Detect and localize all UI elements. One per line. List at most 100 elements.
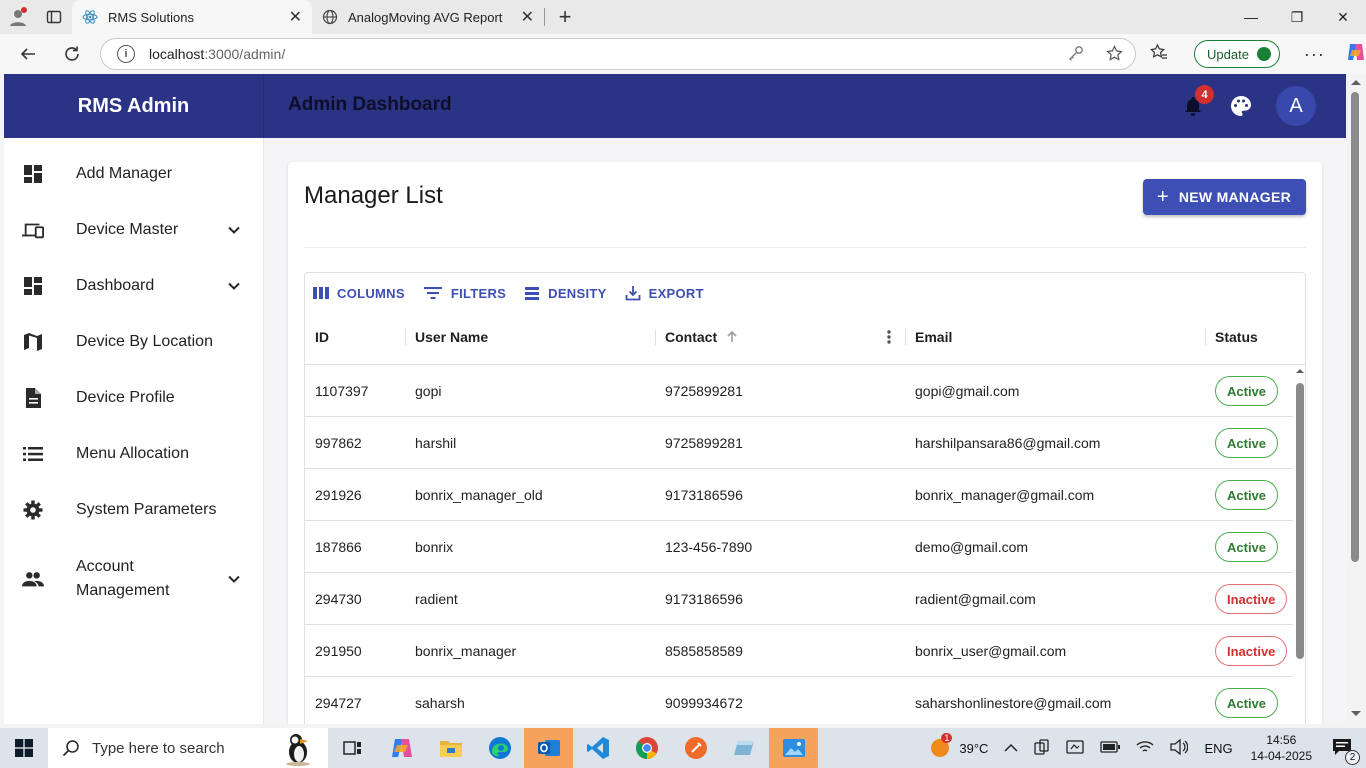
more-options-icon[interactable]: ···	[1304, 44, 1325, 65]
sidebar-item-menu-allocation[interactable]: Menu Allocation	[4, 426, 264, 482]
phone-link-icon[interactable]	[1034, 738, 1050, 758]
chevron-down-icon[interactable]	[226, 571, 242, 587]
sidebar-item-account-management[interactable]: Account Management	[4, 538, 264, 620]
clock[interactable]: 14:56 14-04-2025	[1251, 732, 1312, 764]
scroll-up-arrow-icon[interactable]	[1296, 367, 1304, 375]
back-icon[interactable]	[6, 34, 50, 74]
table-row[interactable]: 187866 bonrix 123-456-7890 demo@gmail.co…	[305, 521, 1293, 573]
sidebar-item-device-master[interactable]: Device Master	[4, 202, 264, 258]
sidebar-item-add-manager[interactable]: Add Manager	[4, 146, 264, 202]
table-row[interactable]: 294727 saharsh 9099934672 saharshonlines…	[305, 677, 1293, 724]
filters-button[interactable]: FILTERS	[423, 285, 506, 301]
notification-badge: 4	[1195, 85, 1214, 104]
scroll-up-arrow-icon[interactable]	[1351, 78, 1361, 86]
column-header-status[interactable]: Status	[1215, 309, 1258, 365]
sidebar-item-label: Account Management	[76, 558, 170, 599]
status-badge: Active	[1215, 688, 1279, 718]
edge-browser-icon[interactable]	[475, 728, 524, 768]
table-row[interactable]: 291926 bonrix_manager_old 9173186596 bon…	[305, 469, 1293, 521]
grid-scrollbar[interactable]	[1293, 365, 1305, 724]
temperature: 39°C	[959, 740, 989, 756]
notification-center-icon[interactable]: 2	[1332, 738, 1360, 765]
profile-icon[interactable]	[0, 0, 36, 34]
columns-button[interactable]: COLUMNS	[313, 286, 405, 301]
sidebar-item-device-by-location[interactable]: Device By Location	[4, 314, 264, 370]
reload-icon[interactable]	[50, 34, 94, 74]
table-row[interactable]: 1107397 gopi 9725899281 gopi@gmail.com A…	[305, 365, 1293, 417]
tab-analogmoving-report[interactable]: AnalogMoving AVG Report ✕	[312, 0, 544, 34]
table-row[interactable]: 294730 radient 9173186596 radient@gmail.…	[305, 573, 1293, 625]
copilot-icon[interactable]	[1345, 41, 1366, 68]
column-header-user-name[interactable]: User Name	[415, 309, 488, 365]
language-indicator[interactable]: ENG	[1204, 741, 1232, 756]
password-key-icon[interactable]	[1068, 45, 1084, 66]
density-button[interactable]: DENSITY	[524, 285, 606, 301]
task-view-icon[interactable]	[328, 728, 377, 768]
chevron-up-icon[interactable]	[1004, 741, 1018, 756]
wifi-icon[interactable]	[1136, 740, 1154, 757]
new-manager-button[interactable]: + NEW MANAGER	[1142, 179, 1306, 215]
column-header-id[interactable]: ID	[315, 309, 329, 365]
user-avatar[interactable]: A	[1276, 86, 1316, 126]
table-row[interactable]: 997862 harshil 9725899281 harshilpansara…	[305, 417, 1293, 469]
sidebar-item-device-profile[interactable]: Device Profile	[4, 370, 264, 426]
column-separator[interactable]	[1205, 329, 1206, 345]
column-header-contact[interactable]: Contact	[665, 309, 739, 365]
outlook-icon[interactable]	[524, 728, 573, 768]
weather-widget[interactable]: 1 39°C	[929, 733, 989, 759]
meet-now-icon[interactable]	[1066, 739, 1085, 758]
close-tab-icon[interactable]: ✕	[521, 7, 534, 27]
page-scrollbar[interactable]	[1346, 74, 1366, 724]
search-highlight-puffin-icon	[286, 734, 310, 766]
new-tab-button[interactable]: +	[545, 0, 585, 34]
notifications-button[interactable]: 4	[1180, 85, 1214, 119]
site-info-icon[interactable]: i	[117, 45, 135, 63]
chevron-down-icon[interactable]	[226, 222, 242, 238]
cell-email: bonrix_user@gmail.com	[915, 643, 1067, 659]
minimize-icon[interactable]: —	[1228, 0, 1274, 34]
columns-label: COLUMNS	[337, 285, 405, 301]
cell-user-name: radient	[415, 591, 458, 607]
column-separator[interactable]	[405, 329, 406, 345]
sort-arrow-up-icon[interactable]	[725, 330, 739, 344]
theme-palette-button[interactable]	[1228, 93, 1254, 119]
remote-desktop-icon[interactable]	[720, 728, 769, 768]
taskbar-search-input[interactable]: Type here to search	[48, 728, 328, 768]
scroll-down-arrow-icon[interactable]	[1351, 710, 1361, 718]
column-separator[interactable]	[655, 329, 656, 345]
file-explorer-icon[interactable]	[426, 728, 475, 768]
export-button[interactable]: EXPORT	[625, 285, 704, 301]
sidebar-item-dashboard[interactable]: Dashboard	[4, 258, 264, 314]
grid-scrollbar-thumb[interactable]	[1296, 383, 1304, 659]
restore-icon[interactable]: ❐	[1274, 0, 1320, 34]
document-icon	[22, 387, 44, 409]
start-button[interactable]	[0, 728, 48, 768]
tab-actions-icon[interactable]	[36, 0, 72, 34]
sidebar-item-label: Menu Allocation	[76, 445, 189, 462]
column-header-email[interactable]: Email	[915, 309, 952, 365]
column-menu-icon[interactable]	[885, 328, 893, 346]
grid-toolbar: COLUMNS FILTERS DENSITY EXPORT	[313, 281, 704, 305]
sidebar-item-label: Device By Location	[76, 333, 213, 350]
close-tab-icon[interactable]: ✕	[289, 7, 302, 27]
page-scrollbar-thumb[interactable]	[1351, 92, 1359, 562]
battery-icon[interactable]	[1100, 740, 1121, 756]
tab-rms-solutions[interactable]: RMS Solutions ✕	[72, 0, 312, 34]
cell-user-name: bonrix	[415, 539, 454, 555]
favorite-star-icon[interactable]	[1106, 45, 1123, 66]
chevron-down-icon[interactable]	[226, 278, 242, 294]
column-separator[interactable]	[905, 329, 906, 345]
photos-app-icon[interactable]	[769, 728, 818, 768]
copilot-app-icon[interactable]	[377, 728, 426, 768]
close-window-icon[interactable]: ✕	[1320, 0, 1366, 34]
url-input[interactable]: i localhost:3000/admin/	[100, 38, 1136, 70]
update-button[interactable]: Update	[1194, 40, 1280, 68]
browser-tools: Update ···	[1149, 38, 1366, 70]
postman-icon[interactable]	[671, 728, 720, 768]
vscode-icon[interactable]	[573, 728, 622, 768]
favorites-icon[interactable]	[1149, 43, 1168, 66]
chrome-icon[interactable]	[622, 728, 671, 768]
sidebar-item-system-parameters[interactable]: System Parameters	[4, 482, 264, 538]
volume-icon[interactable]	[1170, 738, 1189, 758]
table-row[interactable]: 291950 bonrix_manager 8585858589 bonrix_…	[305, 625, 1293, 677]
